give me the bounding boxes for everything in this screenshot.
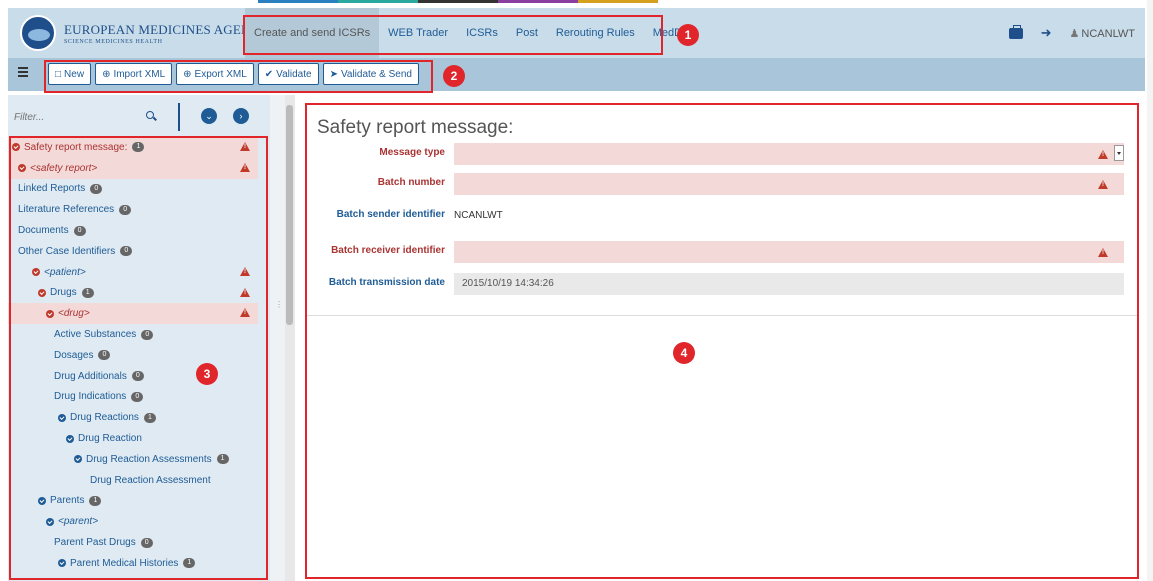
ema-logo-icon	[20, 15, 56, 51]
top-color-strip	[0, 0, 1153, 8]
username: NCANLWT	[1081, 27, 1135, 40]
app-window: EUROPEAN MEDICINES AGENCY SCIENCE MEDICI…	[0, 0, 1153, 581]
annotation-box-nav	[243, 15, 663, 55]
annotation-box-tree	[9, 136, 268, 580]
user-menu[interactable]: ♟ NCANLWT	[1070, 27, 1135, 40]
expand-all-icon[interactable]: ⌄	[201, 108, 217, 124]
annotation-badge-2: 2	[443, 65, 465, 87]
filter-input[interactable]	[14, 107, 164, 127]
tree-scrollbar[interactable]	[285, 95, 295, 581]
annotation-box-toolbar	[44, 60, 433, 93]
logo-subtitle: SCIENCE MEDICINES HEALTH	[64, 38, 163, 45]
annotation-box-form	[305, 103, 1139, 579]
filter-divider	[178, 103, 180, 131]
menu-icon[interactable]	[18, 67, 28, 79]
annotation-badge-3: 3	[196, 363, 218, 385]
logo-title: EUROPEAN MEDICINES AGENCY	[64, 21, 270, 37]
annotation-badge-1: 1	[677, 24, 699, 46]
search-icon[interactable]	[146, 111, 154, 119]
page-scrollbar[interactable]	[1147, 0, 1153, 581]
ema-logo[interactable]: EUROPEAN MEDICINES AGENCY SCIENCE MEDICI…	[20, 15, 270, 51]
next-icon[interactable]: ›	[233, 108, 249, 124]
panel-splitter[interactable]: ⋮	[270, 95, 285, 581]
user-icon: ♟	[1069, 27, 1080, 40]
sign-out-icon[interactable]: ➜	[1041, 25, 1052, 41]
annotation-badge-4: 4	[673, 342, 695, 364]
briefcase-icon[interactable]	[1008, 24, 1023, 39]
